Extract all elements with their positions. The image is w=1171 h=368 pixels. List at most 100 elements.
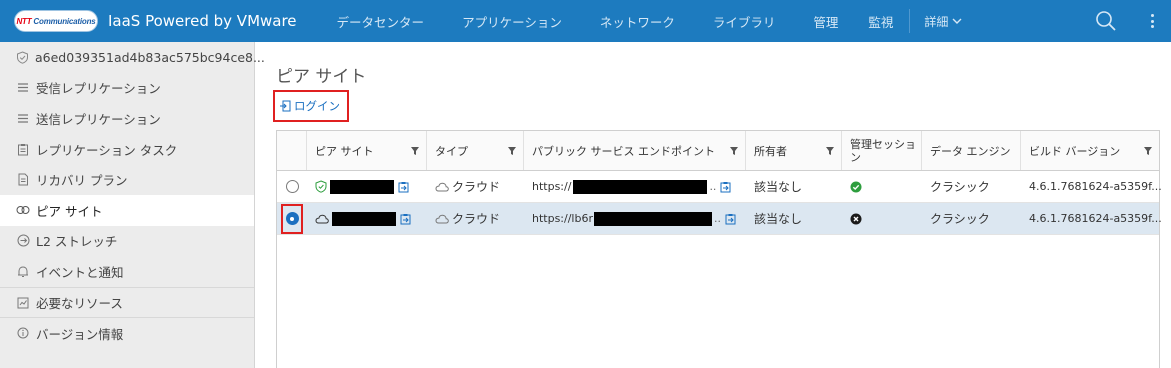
type-value: クラウド	[452, 180, 501, 194]
build-cell: 4.6.1.7681624-a5359f...	[1021, 171, 1162, 202]
column-header-endpoint[interactable]: パブリック サービス エンドポイント	[524, 131, 746, 170]
nav-applications[interactable]: アプリケーション	[462, 12, 562, 31]
filter-icon[interactable]	[1144, 146, 1152, 155]
row-select-cell	[277, 203, 307, 234]
sidebar-item-label: 受信レプリケーション	[36, 81, 161, 97]
cloud-icon	[435, 214, 449, 223]
column-header-management-session[interactable]: 管理セッション	[842, 131, 922, 170]
redacted-endpoint	[594, 211, 712, 226]
sidebar-item-events-notifications[interactable]: イベントと通知	[0, 256, 254, 287]
sidebar-item-label: リカバリ プラン	[36, 173, 128, 189]
type-cell: クラウド	[427, 203, 524, 234]
nav-administration[interactable]: 管理	[813, 12, 838, 31]
success-icon	[850, 181, 862, 192]
row-radio-selected[interactable]	[285, 212, 299, 225]
nav-more-menu[interactable]: 詳細	[924, 13, 962, 30]
copy-icon[interactable]	[398, 181, 409, 193]
table-row-selected[interactable]: クラウド https://lb6r .. 該当なし クラシック 4.6.1.76…	[277, 203, 1162, 235]
login-icon	[280, 100, 291, 112]
column-label: データ エンジン	[930, 144, 1011, 158]
peer-sites-icon	[16, 203, 30, 217]
column-header-peer-site[interactable]: ピア サイト	[307, 131, 427, 170]
engine-cell: クラシック	[922, 203, 1021, 234]
build-cell: 4.6.1.7681624-a5359f...	[1021, 203, 1162, 234]
stretch-icon	[16, 234, 30, 248]
sidebar-item-site-id[interactable]: a6ed039351ad4b83ac575bc94ce8...	[0, 42, 265, 73]
sidebar-item-outgoing-replications[interactable]: 送信レプリケーション	[0, 103, 254, 134]
sidebar-item-version-info[interactable]: バージョン情報	[0, 317, 254, 348]
sidebar-item-required-resources[interactable]: 必要なリソース	[0, 286, 254, 318]
build-value: 4.6.1.7681624-a5359f...	[1029, 180, 1162, 193]
column-header-build-version[interactable]: ビルド バージョン	[1021, 131, 1159, 170]
column-label: 所有者	[754, 144, 787, 158]
page-title: ピア サイト	[276, 67, 367, 87]
nav-library[interactable]: ライブラリ	[713, 12, 776, 31]
cloud-icon	[315, 214, 329, 223]
build-value: 4.6.1.7681624-a5359f...	[1029, 212, 1162, 225]
filter-icon[interactable]	[411, 146, 419, 155]
shield-check-icon	[315, 180, 327, 193]
nav-network[interactable]: ネットワーク	[600, 12, 675, 31]
copy-icon[interactable]	[400, 213, 411, 225]
column-label: パブリック サービス エンドポイント	[532, 144, 715, 158]
column-label: ビルド バージョン	[1029, 144, 1121, 158]
filter-icon[interactable]	[730, 146, 738, 155]
filter-icon[interactable]	[508, 146, 516, 155]
copy-icon[interactable]	[725, 213, 736, 225]
sidebar-item-label: 必要なリソース	[36, 296, 123, 312]
sidebar-item-label: a6ed039351ad4b83ac575bc94ce8...	[35, 49, 265, 65]
kebab-menu-icon[interactable]	[1145, 12, 1159, 30]
sidebar-item-l2-stretch[interactable]: L2 ストレッチ	[0, 226, 254, 257]
login-label: ログイン	[294, 99, 340, 113]
sidebar-item-label: イベントと通知	[36, 264, 124, 280]
row-radio[interactable]	[285, 180, 299, 193]
sidebar-item-recovery-plans[interactable]: リカバリ プラン	[0, 164, 254, 195]
shield-check-icon	[16, 50, 29, 64]
app-title: IaaS Powered by VMware	[108, 12, 297, 30]
cloud-icon	[435, 182, 449, 191]
redacted-endpoint	[573, 179, 708, 194]
column-header-owner[interactable]: 所有者	[746, 131, 842, 170]
nav-divider	[909, 9, 911, 33]
owner-value: 該当なし	[754, 180, 803, 194]
column-label: 管理セッション	[850, 137, 916, 164]
owner-cell: 該当なし	[746, 203, 842, 234]
row-radio-highlight	[281, 203, 303, 234]
nav-more-label: 詳細	[924, 14, 949, 29]
sidebar-item-replication-tasks[interactable]: レプリケーション タスク	[0, 134, 254, 165]
ntt-logo[interactable]: NTT Communications	[14, 10, 98, 32]
main-content: ピア サイト ログイン ピア サイト タイプ パブリック サービス エンドポイン…	[256, 42, 1171, 368]
row-select-cell	[277, 171, 307, 202]
column-header-data-engine[interactable]: データ エンジン	[922, 131, 1021, 170]
engine-value: クラシック	[930, 180, 990, 194]
column-header-type[interactable]: タイプ	[427, 131, 524, 170]
copy-icon[interactable]	[720, 181, 731, 193]
peer-site-cell	[307, 203, 427, 234]
sidebar-item-label: レプリケーション タスク	[36, 142, 178, 158]
search-icon[interactable]	[1095, 10, 1117, 32]
type-cell: クラウド	[427, 171, 524, 202]
endpoint-value: https://	[532, 180, 572, 193]
owner-cell: 該当なし	[746, 171, 842, 202]
endpoint-cell: https:// ..	[524, 171, 746, 202]
list-icon	[16, 111, 30, 125]
type-value: クラウド	[452, 212, 501, 226]
peer-sites-grid: ピア サイト タイプ パブリック サービス エンドポイント 所有者 管理セッショ…	[276, 130, 1162, 368]
chart-icon	[16, 296, 30, 310]
engine-value: クラシック	[930, 212, 990, 226]
sidebar-item-incoming-replications[interactable]: 受信レプリケーション	[0, 73, 254, 104]
column-label: タイプ	[435, 144, 468, 158]
list-icon	[16, 81, 30, 95]
redacted-site-name	[330, 179, 394, 194]
table-row[interactable]: クラウド https:// .. 該当なし クラシック 4.6.1.768162…	[277, 171, 1162, 203]
sidebar-item-peer-sites[interactable]: ピア サイト	[0, 194, 254, 226]
sidebar-item-label: 送信レプリケーション	[36, 111, 161, 127]
filter-icon[interactable]	[826, 146, 834, 155]
session-cell	[842, 171, 922, 202]
login-button[interactable]: ログイン	[273, 90, 349, 122]
endpoint-value: https://lb6r	[532, 212, 593, 225]
redacted-site-name	[332, 211, 396, 226]
nav-monitoring[interactable]: 監視	[868, 12, 893, 31]
column-label: ピア サイト	[315, 144, 374, 158]
nav-datacenter[interactable]: データセンター	[337, 12, 425, 31]
